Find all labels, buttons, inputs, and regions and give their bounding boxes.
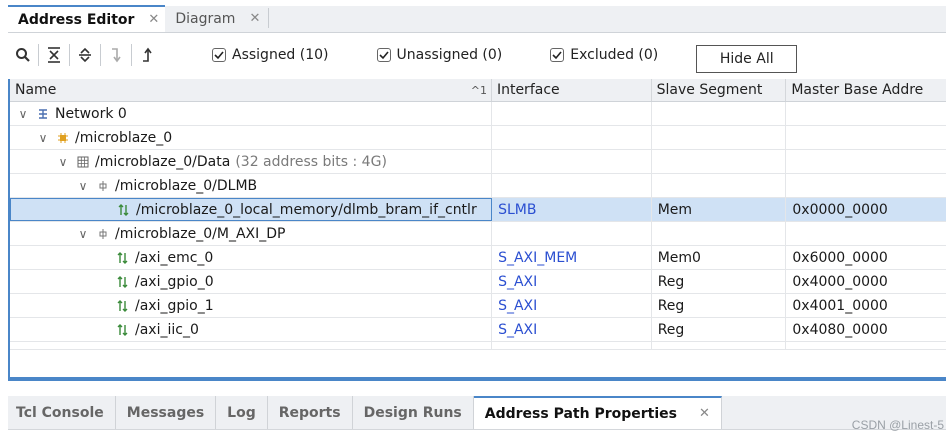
bottom-tab-bar: Tcl Console Messages Log Reports Design … [8,396,946,430]
slave-segment: Mem [652,198,787,221]
row-name: /microblaze_0/DLMB [115,177,258,194]
table-row[interactable] [10,342,946,350]
address-table: Name ^1 Interface Slave Segment Master B… [8,79,946,380]
table-row[interactable]: ∨ Network 0 [10,102,946,126]
master-base-address[interactable]: 0x0000_0000 [786,198,946,221]
row-name: /axi_gpio_0 [135,273,214,290]
excluded-checkbox[interactable]: Excluded (0) [550,47,658,63]
interface-link[interactable]: S_AXI_MEM [492,246,652,269]
close-icon[interactable]: ✕ [249,11,260,26]
collapse-all-icon[interactable] [39,41,69,69]
assigned-checkbox[interactable]: Assigned (10) [212,47,329,63]
column-header-name[interactable]: Name ^1 [10,79,492,101]
row-name: /axi_iic_0 [135,321,199,338]
chevron-down-icon[interactable]: ∨ [56,155,70,169]
table-bottom-border [8,377,946,381]
table-row[interactable]: /axi_gpio_1 S_AXI Reg 0x4001_0000 [10,294,946,318]
column-header-interface[interactable]: Interface [492,79,652,101]
unassigned-checkbox[interactable]: Unassigned (0) [376,47,503,63]
tab-diagram[interactable]: Diagram ✕ [165,5,266,32]
table-row[interactable]: /axi_iic_0 S_AXI Reg 0x4080_0000 [10,318,946,342]
tab-address-editor[interactable]: Address Editor ✕ [8,5,166,32]
tab-label: Address Editor [18,11,135,28]
master-base-address[interactable]: 0x4000_0000 [786,270,946,293]
interface-link[interactable]: S_AXI [492,270,652,293]
unassigned-label: Unassigned (0) [396,47,503,63]
table-row[interactable]: /axi_gpio_0 S_AXI Reg 0x4000_0000 [10,270,946,294]
slave-segment-icon [116,323,130,337]
checkmark-icon [212,48,226,62]
row-name: /microblaze_0/Data [95,153,231,170]
table-row[interactable]: /axi_emc_0 S_AXI_MEM Mem0 0x6000_0000 [10,246,946,270]
slave-segment-icon [116,275,130,289]
row-name: /axi_emc_0 [135,249,214,266]
column-header-master-base-address[interactable]: Master Base Addre [786,79,946,101]
tab-reports[interactable]: Reports [268,396,353,429]
slave-segment-icon [116,251,130,265]
slave-segment: Reg [652,318,787,341]
row-name: /axi_gpio_1 [135,297,214,314]
table-row[interactable]: /microblaze_0_local_memory/dlmb_bram_if_… [10,198,946,222]
tab-label: Diagram [175,10,236,27]
interface-link[interactable]: SLMB [492,198,652,221]
chevron-down-icon[interactable]: ∨ [36,131,50,145]
close-icon[interactable]: ✕ [148,12,159,27]
master-base-address[interactable]: 0x6000_0000 [786,246,946,269]
table-row[interactable]: ∨ /microblaze_0/DLMB [10,174,946,198]
interface-icon [96,227,110,241]
table-row[interactable]: ∨ /microblaze_0/M_AXI_DP [10,222,946,246]
column-header-slave-segment[interactable]: Slave Segment [652,79,787,101]
move-down-icon[interactable] [101,41,131,69]
editor-tab-bar: Address Editor ✕ Diagram ✕ [8,5,946,33]
excluded-label: Excluded (0) [570,47,659,63]
row-name: Network 0 [55,105,127,122]
address-bits-note: (32 address bits : 4G) [235,153,387,170]
sort-ascending-icon: ^1 [470,83,487,97]
search-icon[interactable] [8,41,38,69]
table-header: Name ^1 Interface Slave Segment Master B… [10,79,946,102]
tab-address-path-properties[interactable]: Address Path Properties ✕ [473,396,722,429]
interface-link[interactable]: S_AXI [492,318,652,341]
interface-icon [96,179,110,193]
master-base-address[interactable]: 0x4001_0000 [786,294,946,317]
slave-segment: Reg [652,294,787,317]
tab-log[interactable]: Log [216,396,268,429]
network-icon [36,107,50,121]
expand-all-icon[interactable] [70,41,100,69]
divider [268,8,270,28]
hide-all-button[interactable]: Hide All [696,45,798,73]
assigned-label: Assigned (10) [232,47,329,63]
row-name: /microblaze_0_local_memory/dlmb_bram_if_… [136,201,477,218]
master-base-address[interactable]: 0x4080_0000 [786,318,946,341]
table-row[interactable]: ∨ /microblaze_0/Data (32 address bits : … [10,150,946,174]
checkmark-icon [376,48,391,62]
row-name: /microblaze_0/M_AXI_DP [115,225,286,242]
row-name: /microblaze_0 [75,129,173,146]
tab-design-runs[interactable]: Design Runs [353,396,474,429]
tab-messages[interactable]: Messages [116,396,217,429]
chevron-down-icon[interactable]: ∨ [76,179,90,193]
slave-segment-icon [117,203,131,217]
chevron-down-icon[interactable]: ∨ [76,227,90,241]
checkmark-icon [550,48,565,62]
toolbar: Assigned (10) Unassigned (0) Excluded (0… [8,34,946,76]
processor-icon [56,131,70,145]
table-row[interactable]: ∨ /microblaze_0 [10,126,946,150]
interface-link[interactable]: S_AXI [492,294,652,317]
slave-segment: Mem0 [652,246,787,269]
chevron-down-icon[interactable]: ∨ [16,107,30,121]
move-up-icon[interactable] [132,41,162,69]
close-icon[interactable]: ✕ [699,406,710,421]
address-space-icon [76,155,90,169]
slave-segment-icon [116,299,130,313]
slave-segment: Reg [652,270,787,293]
watermark: CSDN @Linest-5 [851,418,944,432]
tab-tcl-console[interactable]: Tcl Console [8,396,116,429]
